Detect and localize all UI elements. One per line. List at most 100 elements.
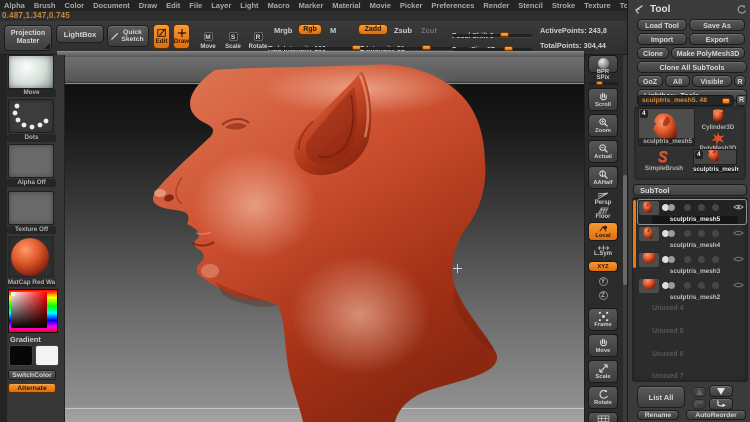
persp-button[interactable]: Persp — [588, 192, 618, 206]
z-intensity-handle[interactable] — [422, 45, 431, 50]
menu-picker[interactable]: Picker — [400, 1, 423, 10]
toggle-icon[interactable] — [712, 282, 719, 289]
focal-shift-handle[interactable] — [500, 32, 509, 37]
current-tool-thumbnail[interactable]: 4 sculptris_mesh5 — [638, 108, 695, 146]
goz-button[interactable]: GoZ — [637, 75, 663, 87]
eye-icon[interactable] — [733, 203, 744, 211]
shelf-rotate-button[interactable]: Rotate — [588, 386, 618, 409]
shelf-scale-button[interactable]: Scale — [588, 360, 618, 383]
local-button[interactable]: Local — [588, 222, 618, 241]
subtool-row-mesh2[interactable]: sculptris_mesh2 — [638, 278, 746, 302]
draw-size-slider[interactable]: Draw Size 97 — [452, 39, 532, 54]
current-brush-thumbnail[interactable] — [8, 55, 54, 89]
sculpt-head-model[interactable] — [65, 57, 584, 422]
import-button[interactable]: Import — [637, 33, 687, 45]
aahalf-button[interactable]: AAHalf — [588, 166, 618, 189]
tool-item-simplebrush[interactable] — [656, 150, 670, 164]
rename-button[interactable]: Rename — [637, 410, 679, 420]
projection-master-button[interactable]: Projection Master — [4, 25, 52, 51]
subtool-up-button[interactable] — [692, 387, 706, 397]
color-picker[interactable] — [8, 289, 58, 333]
document-canvas[interactable] — [65, 57, 584, 422]
tool-r-button[interactable]: R — [736, 95, 747, 106]
list-all-button[interactable]: List All — [637, 386, 685, 408]
subtool-thumbnail[interactable] — [639, 253, 659, 267]
collapse-panel-icon[interactable] — [633, 4, 645, 16]
menu-light[interactable]: Light — [240, 1, 258, 10]
menu-preferences[interactable]: Preferences — [431, 1, 474, 10]
menu-edit[interactable]: Edit — [166, 1, 180, 10]
subtool-down-button[interactable] — [709, 385, 733, 397]
clone-all-subtools-button[interactable]: Clone All SubTools — [637, 61, 747, 73]
floor-button[interactable]: Floor — [588, 207, 618, 220]
goz-r-button[interactable]: R — [734, 75, 746, 87]
frame-button[interactable]: Frame — [588, 308, 618, 331]
current-tool-handle[interactable] — [722, 98, 730, 104]
menu-render[interactable]: Render — [483, 1, 509, 10]
spix-slider[interactable]: SPix — [588, 75, 618, 85]
switch-color-button[interactable]: SwitchColor — [8, 370, 56, 380]
subtool-thumbnail[interactable] — [639, 227, 659, 241]
saturation-value-square[interactable] — [11, 292, 47, 328]
subtool-row-mesh5[interactable]: sculptris_mesh5 — [637, 199, 747, 225]
current-alpha-thumbnail[interactable] — [8, 144, 54, 178]
scroll-button[interactable]: Scroll — [588, 88, 618, 111]
rgb-button[interactable]: Rgb — [298, 24, 322, 35]
actual-button[interactable]: Actual — [588, 140, 618, 163]
subtool-thumbnail[interactable] — [639, 201, 659, 215]
rgb-intensity-slider[interactable]: Rgb Intensity 100 — [268, 38, 372, 53]
spix-handle[interactable] — [596, 81, 603, 85]
eye-icon[interactable] — [733, 229, 744, 237]
menu-stencil[interactable]: Stencil — [518, 1, 543, 10]
make-polymesh3d-button[interactable]: Make PolyMesh3D — [671, 47, 745, 59]
clone-button[interactable]: Clone — [637, 47, 669, 59]
menu-color[interactable]: Color — [65, 1, 85, 10]
menu-macro[interactable]: Macro — [268, 1, 290, 10]
eye-icon[interactable] — [733, 281, 744, 289]
toggle-icon[interactable] — [698, 230, 705, 237]
polyf-button[interactable] — [588, 412, 618, 422]
current-texture-thumbnail[interactable] — [8, 191, 54, 225]
toggle-icon[interactable] — [698, 204, 705, 211]
goz-visible-button[interactable]: Visible — [692, 75, 732, 87]
save-as-button[interactable]: Save As — [689, 19, 745, 31]
polypaint-pair-icon[interactable] — [662, 204, 676, 211]
subtool-row-mesh3[interactable]: sculptris_mesh3 — [638, 252, 746, 276]
y-axis-button[interactable]: Y — [588, 277, 618, 286]
subtool-row-mesh4[interactable]: sculptris_mesh4 — [638, 226, 746, 250]
current-stroke-thumbnail[interactable] — [8, 99, 54, 133]
polypaint-pair-icon[interactable] — [662, 230, 676, 237]
toggle-icon[interactable] — [684, 256, 691, 263]
main-color-swatch[interactable] — [9, 345, 33, 366]
tool-item-polymesh3d[interactable] — [710, 132, 726, 145]
menu-marker[interactable]: Marker — [299, 1, 324, 10]
move-tool-button[interactable]: M Move — [197, 26, 219, 50]
load-tool-button[interactable]: Load Tool — [637, 19, 687, 31]
menu-document[interactable]: Document — [93, 1, 130, 10]
z-axis-button[interactable]: Z — [588, 291, 618, 300]
bpr-button[interactable]: BPR — [588, 55, 618, 75]
restore-panel-icon[interactable] — [736, 4, 747, 15]
export-button[interactable]: Export — [689, 33, 745, 45]
toggle-icon[interactable] — [712, 230, 719, 237]
toggle-icon[interactable] — [684, 282, 691, 289]
subtool-scrollbar[interactable] — [633, 200, 636, 268]
focal-shift-slider[interactable]: Focal Shift 0 — [452, 25, 532, 40]
draw-button[interactable]: Draw — [173, 24, 190, 49]
zadd-button[interactable]: Zadd — [358, 24, 388, 35]
zsub-button[interactable]: Zsub — [394, 26, 412, 35]
toggle-icon[interactable] — [712, 204, 719, 211]
menu-layer[interactable]: Layer — [211, 1, 231, 10]
goz-all-button[interactable]: All — [665, 75, 690, 87]
menu-material[interactable]: Material — [332, 1, 360, 10]
current-tool-slider[interactable]: sculptris_mesh5. 48 — [637, 95, 734, 106]
menu-texture[interactable]: Texture — [584, 1, 611, 10]
menu-stroke[interactable]: Stroke — [552, 1, 575, 10]
alternate-button[interactable]: Alternate — [8, 383, 56, 393]
xyz-button[interactable]: XYZ — [588, 261, 618, 272]
m-button[interactable]: M — [330, 26, 336, 35]
tool-item-sculptris-mesh[interactable]: 4 — [693, 149, 737, 165]
tool-item-cylinder3d[interactable] — [709, 108, 727, 123]
subtool-move-up-curve-button[interactable] — [692, 399, 706, 409]
rotate-tool-button[interactable]: R Rotate — [246, 26, 270, 50]
